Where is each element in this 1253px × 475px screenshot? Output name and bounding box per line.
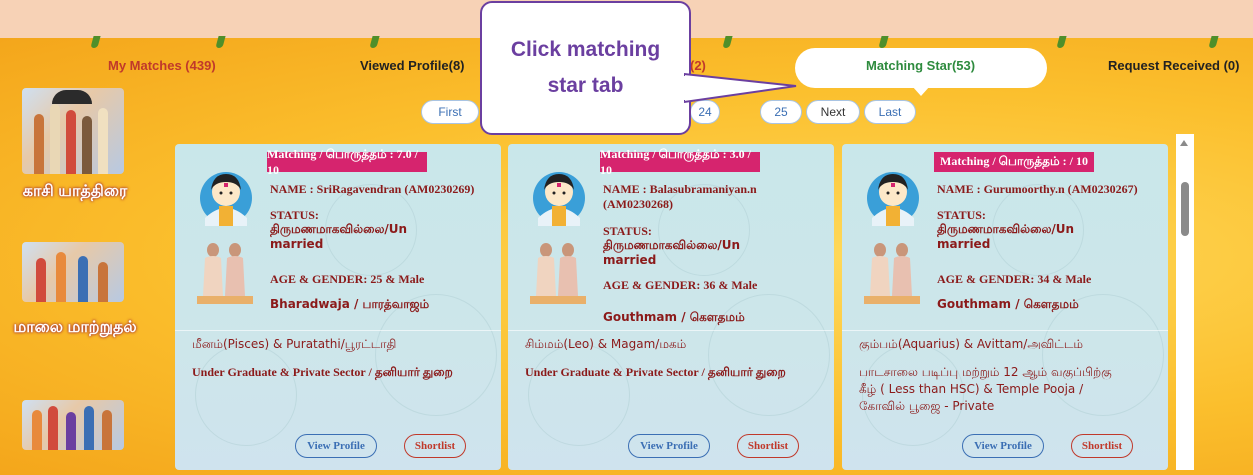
ritual-image-maalai-maatruthal	[22, 242, 124, 302]
tab-matching-star[interactable]: Matching Star(53)	[866, 58, 975, 73]
status-label: STATUS:	[937, 208, 986, 222]
profile-card: Matching / பொருத்தம் : 7.0 / 10 NAME : S…	[175, 144, 501, 470]
marital-status: திருமணமாகவில்லை/Un married	[603, 238, 741, 267]
profile-card: Matching / பொருத்தம் : 3.0 / 10 NAME : B…	[508, 144, 834, 470]
education-occupation: Under Graduate & Private Sector / தனியார…	[525, 365, 786, 379]
rasi-star: கும்பம்(Aquarius) & Avittam/அவிட்டம்	[859, 337, 1084, 351]
leaf-decoration	[369, 36, 380, 48]
couple-illustration	[530, 243, 586, 304]
marital-status: திருமணமாகவில்லை/Un married	[937, 222, 1075, 251]
couple-illustration	[197, 243, 253, 304]
ritual-image-wedding	[22, 400, 124, 450]
profile-name: NAME : SriRagavendran (AM0230269)	[270, 182, 475, 196]
callout-pointer	[684, 72, 797, 104]
education-occupation: பாடசாலை படிப்பு மற்றும் 12 ஆம் வகுப்பிற்…	[859, 365, 1112, 413]
education-occupation: Under Graduate & Private Sector / தனியார…	[192, 365, 453, 379]
status-label: STATUS:	[603, 224, 652, 238]
leaf-decoration	[90, 36, 101, 48]
profile-name: NAME : Balasubramaniyan.n (AM0230268)	[603, 182, 757, 211]
age-gender: AGE & GENDER: 36 & Male	[603, 278, 758, 292]
view-profile-button[interactable]: View Profile	[962, 434, 1044, 458]
shortlist-button[interactable]: Shortlist	[404, 434, 466, 458]
gothram: Gouthmam / கௌதமம்	[937, 297, 1079, 311]
match-score-badge: Matching / பொருத்தம் : 3.0 / 10	[600, 147, 760, 177]
sidebar-item-kasi-yathirai[interactable]: காசி யாத்திரை	[10, 180, 140, 204]
couple-illustration	[864, 243, 920, 304]
profile-name: NAME : Gurumoorthy.n (AM0230267)	[937, 182, 1138, 196]
view-profile-button[interactable]: View Profile	[295, 434, 377, 458]
ritual-image-kasi-yathirai	[22, 88, 124, 174]
profile-card: Matching / பொருத்தம் : / 10 NAME : Gurum…	[842, 144, 1168, 470]
gothram: Gouthmam / கௌதமம்	[603, 310, 745, 324]
tab-partial-hidden[interactable]: (2)	[690, 58, 706, 73]
rasi-star: சிம்மம்(Leo) & Magam/மகம்	[525, 337, 687, 351]
groom-avatar-icon	[867, 172, 919, 226]
divider	[508, 330, 834, 331]
sidebar: காசி யாத்திரை மாலை மாற்றுதல்	[0, 82, 165, 475]
age-gender: AGE & GENDER: 25 & Male	[270, 272, 425, 286]
tab-viewed-profile[interactable]: Viewed Profile(8)	[360, 58, 465, 73]
next-page-button[interactable]: Next	[806, 100, 860, 124]
groom-avatar-icon	[533, 172, 585, 226]
active-tab-pointer	[912, 86, 930, 96]
tab-request-received[interactable]: Request Received (0)	[1108, 58, 1240, 73]
groom-avatar-icon	[200, 172, 252, 226]
callout-text: Click matching star tab	[510, 38, 661, 97]
scrollbar[interactable]	[1176, 134, 1194, 470]
view-profile-button[interactable]: View Profile	[628, 434, 710, 458]
last-page-button[interactable]: Last	[864, 100, 916, 124]
status-label: STATUS:	[270, 208, 319, 222]
divider	[842, 330, 1168, 331]
shortlist-button[interactable]: Shortlist	[737, 434, 799, 458]
marital-status: திருமணமாகவில்லை/Un married	[270, 222, 408, 251]
leaf-decoration	[878, 36, 889, 48]
gothram: Bharadwaja / பாரத்வாஜம்	[270, 297, 430, 311]
instruction-callout: Click matching star tab	[480, 1, 691, 135]
tab-my-matches[interactable]: My Matches (439)	[108, 58, 216, 73]
first-page-button[interactable]: First	[421, 100, 479, 124]
leaf-decoration	[722, 36, 733, 48]
divider	[175, 330, 501, 331]
sidebar-item-maalai-maatruthal[interactable]: மாலை மாற்றுதல்	[10, 316, 140, 340]
scroll-thumb[interactable]	[1181, 182, 1189, 236]
rasi-star: மீனம்(Pisces) & Puratathi/பூரட்டாதி	[192, 337, 397, 351]
match-score-badge: Matching / பொருத்தம் : 7.0 / 10	[267, 147, 427, 177]
leaf-decoration	[1056, 36, 1067, 48]
match-score-badge: Matching / பொருத்தம் : / 10	[934, 152, 1094, 172]
leaf-decoration	[1208, 36, 1219, 48]
shortlist-button[interactable]: Shortlist	[1071, 434, 1133, 458]
scroll-up-arrow-icon[interactable]	[1180, 140, 1188, 146]
leaf-decoration	[215, 36, 226, 48]
age-gender: AGE & GENDER: 34 & Male	[937, 272, 1092, 286]
